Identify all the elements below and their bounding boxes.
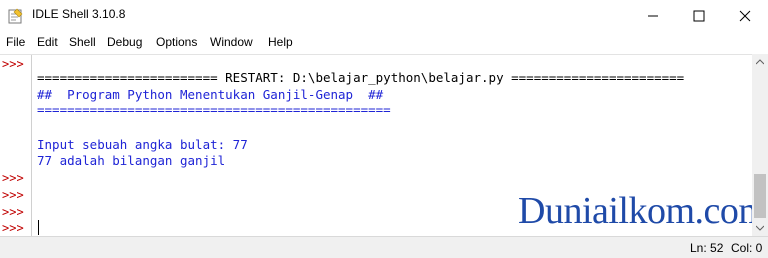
- maximize-icon: [693, 10, 705, 21]
- column-number-status: Col: 0: [731, 241, 763, 255]
- shell-prompt: >>>: [2, 188, 24, 202]
- window-title: IDLE Shell 3.10.8: [32, 7, 126, 21]
- program-header-line: ## Program Python Menentukan Ganjil-Gena…: [37, 87, 384, 102]
- output-line: 77 adalah bilangan ganjil: [37, 153, 226, 168]
- menu-options[interactable]: Options: [156, 35, 197, 49]
- shell-prompt: >>>: [2, 171, 24, 185]
- close-icon: [739, 10, 751, 21]
- vertical-scrollbar[interactable]: [752, 54, 768, 236]
- shell-text-area[interactable]: >>> >>> >>> >>> >>> ====================…: [0, 54, 768, 237]
- chevron-down-icon: [756, 225, 764, 231]
- scroll-thumb[interactable]: [754, 174, 766, 218]
- shell-prompt: >>>: [2, 221, 24, 235]
- idle-app-icon: [8, 8, 23, 24]
- menu-help[interactable]: Help: [268, 35, 293, 49]
- menu-file[interactable]: File: [6, 35, 25, 49]
- minimize-button[interactable]: [630, 0, 676, 31]
- title-bar: IDLE Shell 3.10.8: [0, 0, 768, 31]
- menu-shell[interactable]: Shell: [69, 35, 96, 49]
- menu-bar: File Edit Shell Debug Options Window Hel…: [0, 31, 768, 53]
- line-number-status: Ln: 52: [690, 241, 724, 255]
- menu-debug[interactable]: Debug: [107, 35, 142, 49]
- restart-line: ======================== RESTART: D:\bel…: [37, 70, 685, 85]
- menu-window[interactable]: Window: [210, 35, 253, 49]
- scroll-up-button[interactable]: [752, 54, 768, 70]
- text-cursor: [38, 220, 39, 235]
- maximize-button[interactable]: [676, 0, 722, 31]
- chevron-up-icon: [756, 59, 764, 65]
- watermark-logo: Duniailkom.com: [518, 190, 768, 232]
- separator-line: ========================================…: [37, 102, 391, 117]
- shell-prompt: >>>: [2, 57, 24, 71]
- prompt-gutter: >>> >>> >>> >>> >>>: [0, 55, 32, 237]
- close-button[interactable]: [722, 0, 768, 31]
- status-bar: Ln: 52 Col: 0: [0, 236, 768, 258]
- scroll-down-button[interactable]: [752, 220, 768, 236]
- minimize-icon: [648, 15, 658, 16]
- shell-prompt: >>>: [2, 205, 24, 219]
- input-line: Input sebuah angka bulat: 77: [37, 137, 248, 152]
- menu-edit[interactable]: Edit: [37, 35, 58, 49]
